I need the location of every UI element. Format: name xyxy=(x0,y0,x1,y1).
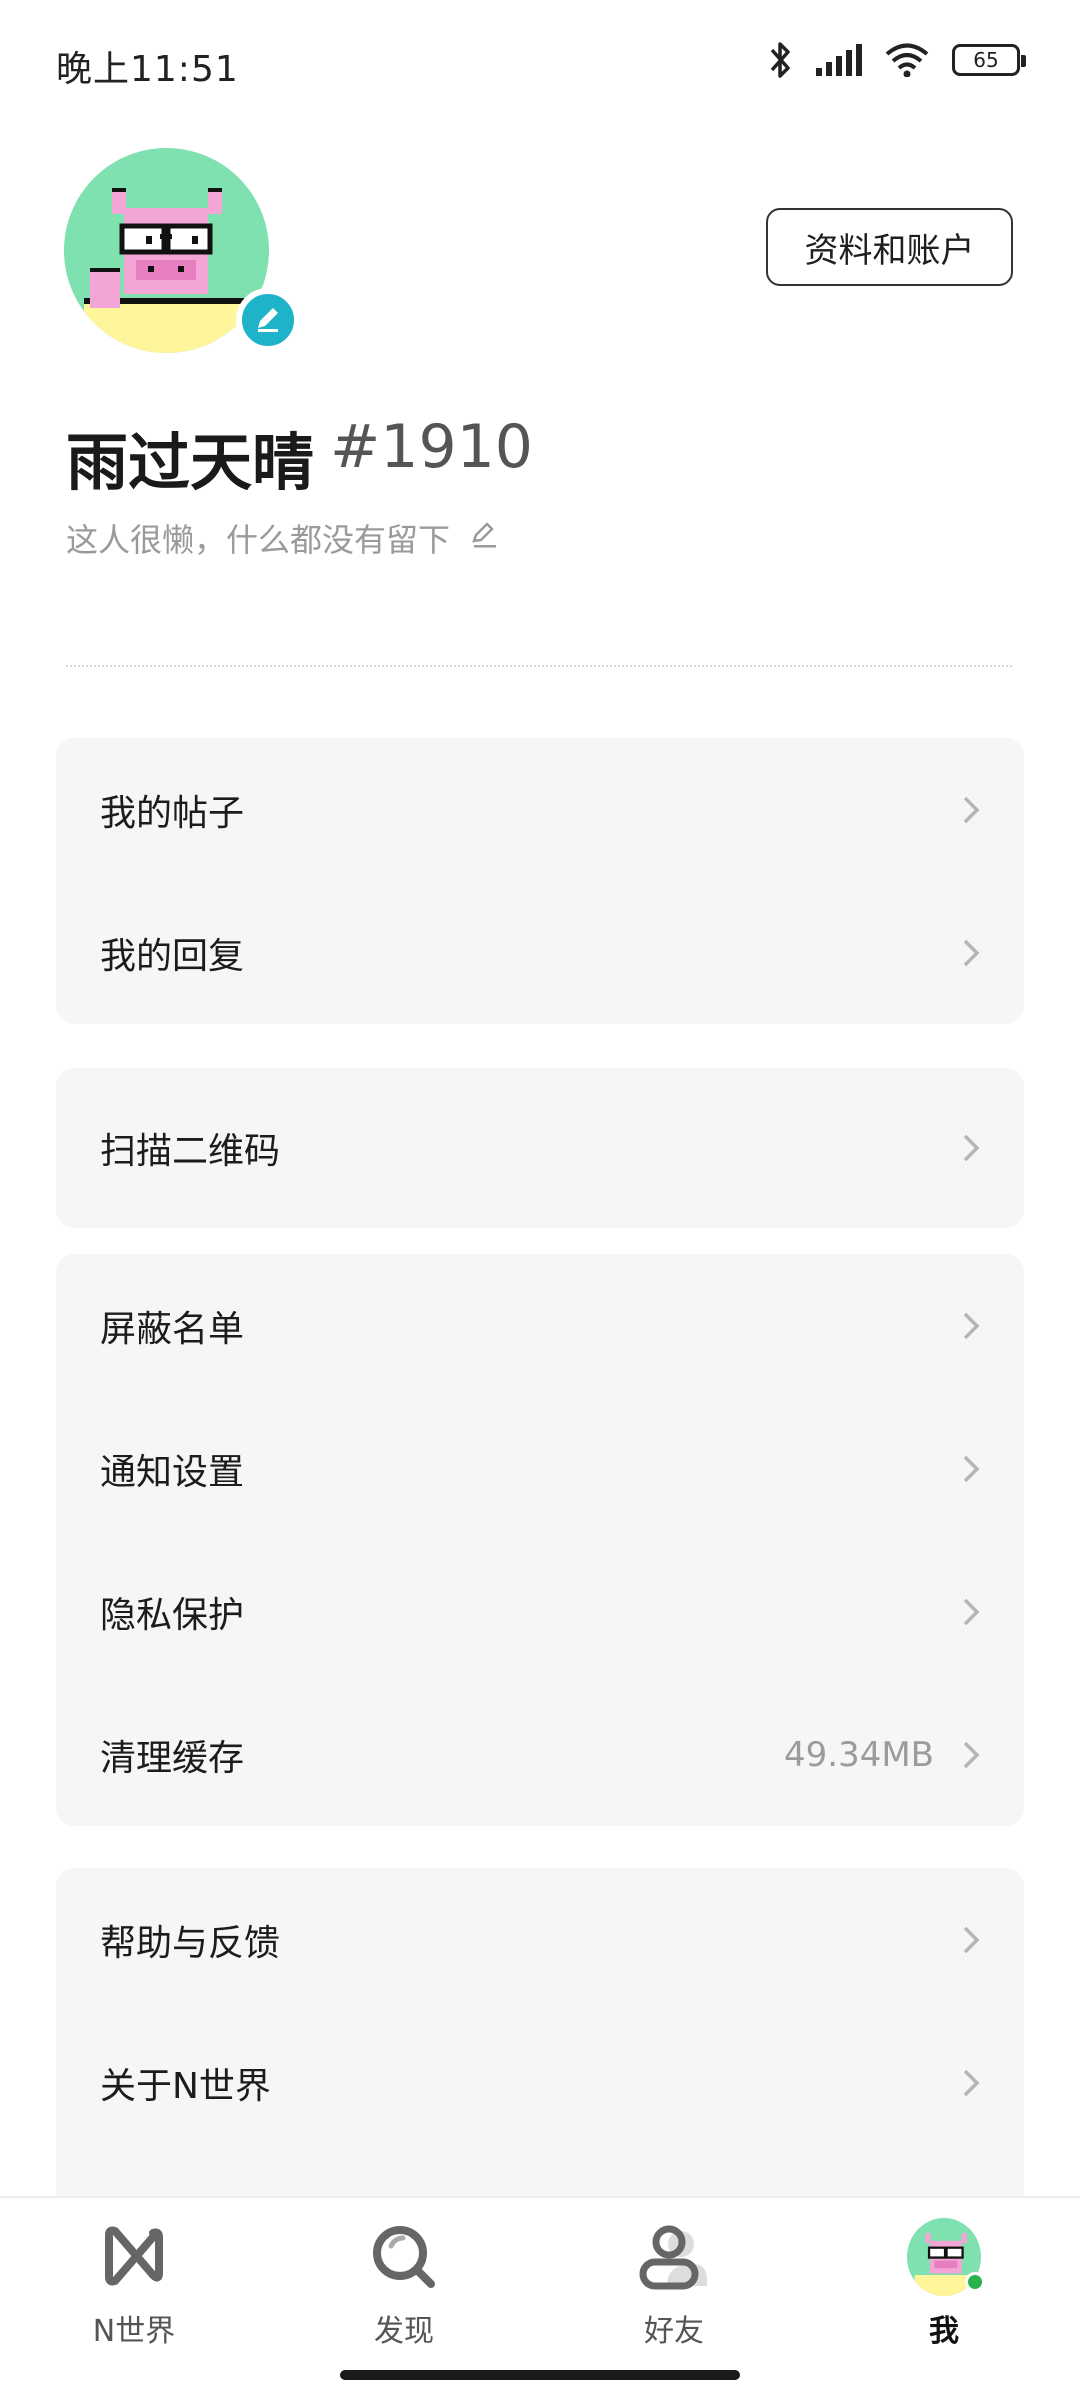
status-bar: 晚上11:51 65 xyxy=(0,0,1080,130)
battery-level: 65 xyxy=(973,48,999,72)
menu-group-posts: 我的帖子 我的回复 xyxy=(56,738,1024,1024)
online-status-dot xyxy=(965,2272,985,2292)
menu-item-block-list[interactable]: 屏蔽名单 xyxy=(56,1254,1024,1397)
profile-id: #1910 xyxy=(330,412,533,482)
bio-text: 这人很懒，什么都没有留下 xyxy=(66,521,451,559)
nav-label: 发现 xyxy=(374,2314,434,2349)
n-world-icon xyxy=(97,2220,171,2294)
menu-item-label: 清理缓存 xyxy=(100,1737,245,1779)
profile-account-button[interactable]: 资料和账户 xyxy=(766,208,1013,286)
nav-tab-me[interactable]: 我 xyxy=(844,2218,1044,2350)
chevron-right-icon xyxy=(963,1312,980,1339)
menu-item-label: 通知设置 xyxy=(100,1451,245,1493)
menu-group-scan: 扫描二维码 xyxy=(56,1068,1024,1228)
wifi-icon xyxy=(884,43,930,77)
chevron-right-icon xyxy=(963,2069,980,2096)
friends-icon xyxy=(637,2220,711,2294)
battery-icon: 65 xyxy=(952,44,1026,76)
profile-name: 雨过天晴 xyxy=(66,426,315,499)
pencil-icon xyxy=(253,303,283,337)
chevron-right-icon xyxy=(963,939,980,966)
signal-icon xyxy=(814,44,862,76)
nav-tab-n-world[interactable]: N世界 xyxy=(34,2220,234,2350)
chevron-right-icon xyxy=(963,1598,980,1625)
menu-group-about: 帮助与反馈 关于N世界 xyxy=(56,1868,1024,2208)
nav-label: N世界 xyxy=(92,2314,176,2349)
nav-label: 我 xyxy=(929,2314,959,2349)
status-icons: 65 xyxy=(768,40,1026,80)
profile-avatar-wrap[interactable] xyxy=(64,148,300,358)
menu-item-my-replies[interactable]: 我的回复 xyxy=(56,881,1024,1024)
chevron-right-icon xyxy=(963,1455,980,1482)
menu-item-privacy[interactable]: 隐私保护 xyxy=(56,1540,1024,1683)
nav-tab-friends[interactable]: 好友 xyxy=(574,2220,774,2350)
chevron-right-icon xyxy=(963,796,980,823)
bluetooth-icon xyxy=(768,40,792,80)
menu-item-label: 扫描二维码 xyxy=(100,1131,281,1172)
chevron-right-icon xyxy=(963,1134,980,1162)
menu-item-label: 隐私保护 xyxy=(100,1594,245,1636)
cache-size: 49.34MB xyxy=(784,1734,934,1775)
chevron-right-icon xyxy=(963,1926,980,1953)
status-time: 晚上11:51 xyxy=(56,49,239,90)
discover-icon xyxy=(367,2220,441,2294)
menu-item-label: 我的帖子 xyxy=(100,792,245,834)
menu-item-label: 帮助与反馈 xyxy=(100,1922,281,1964)
nav-tab-discover[interactable]: 发现 xyxy=(304,2220,504,2350)
menu-group-settings: 屏蔽名单 通知设置 隐私保护 清理缓存 49.34MB xyxy=(56,1254,1024,1826)
menu-item-notification-settings[interactable]: 通知设置 xyxy=(56,1397,1024,1540)
menu-item-about[interactable]: 关于N世界 xyxy=(56,2011,1024,2154)
divider xyxy=(66,665,1012,667)
menu-item-help-feedback[interactable]: 帮助与反馈 xyxy=(56,1868,1024,2011)
edit-avatar-button[interactable] xyxy=(236,288,300,352)
home-indicator[interactable] xyxy=(340,2370,740,2380)
menu-item-label: 屏蔽名单 xyxy=(100,1308,245,1350)
chevron-right-icon xyxy=(963,1741,980,1768)
nav-avatar-wrap xyxy=(907,2218,985,2296)
bio[interactable]: 这人很懒，什么都没有留下 xyxy=(66,515,498,561)
nav-label: 好友 xyxy=(644,2314,704,2349)
menu-item-scan-qr[interactable]: 扫描二维码 xyxy=(56,1077,1024,1220)
menu-item-label: 关于N世界 xyxy=(100,2065,271,2107)
menu-item-my-posts[interactable]: 我的帖子 xyxy=(56,738,1024,881)
menu-item-label: 我的回复 xyxy=(100,935,245,977)
edit-bio-icon[interactable] xyxy=(470,519,498,557)
menu-item-clear-cache[interactable]: 清理缓存 49.34MB xyxy=(56,1683,1024,1826)
